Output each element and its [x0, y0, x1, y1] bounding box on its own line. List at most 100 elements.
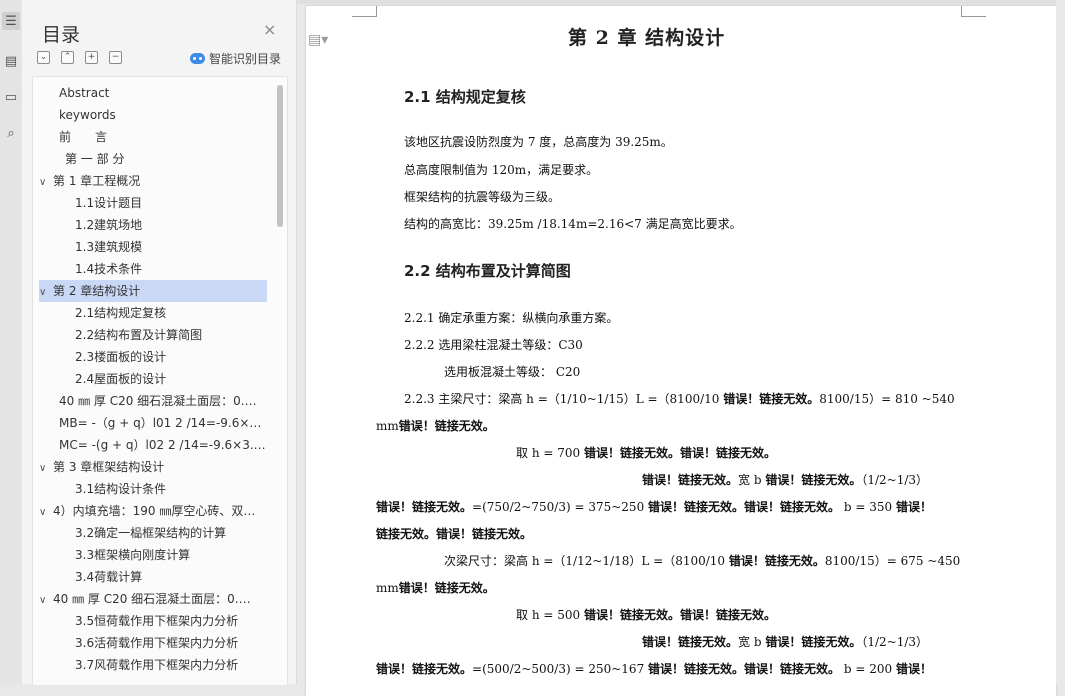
- smart-toc-button[interactable]: 智能识别目录: [190, 50, 281, 67]
- toc-item-label: 3.6活荷载作用下框架内力分析: [75, 636, 239, 650]
- error-text: 错误！链接无效。: [728, 554, 825, 568]
- body-line: 2.2.2 选用梁柱混凝土等级：C30: [404, 338, 583, 352]
- toc-list-icon[interactable]: ☰: [2, 12, 20, 30]
- toc-item-label: 2.3楼面板的设计: [75, 350, 167, 364]
- text-run: （1/2~1/3）: [861, 473, 929, 487]
- section-2-2-heading: 2.2 结构布置及计算简图: [404, 262, 571, 280]
- robot-icon: [190, 53, 205, 64]
- remove-heading-icon[interactable]: −: [109, 51, 122, 64]
- toc-item[interactable]: MB= -（g + q）l01 2 /14=-9.6×…: [39, 412, 267, 434]
- toc-item[interactable]: 3.5恒荷载作用下框架内力分析: [39, 610, 267, 632]
- text-run: （1/2~1/3）: [861, 635, 929, 649]
- body-line: 取 h = 500 错误！链接无效。错误！链接无效。: [516, 606, 776, 623]
- body-line: 错误！链接无效。=(500/2~500/3) = 250~167 错误！链接无效…: [376, 660, 932, 677]
- bookmark-icon[interactable]: ▤: [2, 52, 20, 70]
- body-line: 选用板混凝土等级： C20: [444, 365, 581, 379]
- chevron-down-icon[interactable]: ∨: [39, 458, 53, 478]
- collapse-all-icon[interactable]: ⌄: [37, 51, 50, 64]
- text-run: 宽 b: [738, 473, 766, 487]
- body-line: 错误！链接无效。宽 b 错误！链接无效。（1/2~1/3）: [642, 471, 928, 488]
- toc-item[interactable]: 第 一 部 分: [39, 148, 267, 170]
- toc-item[interactable]: 3.1结构设计条件: [39, 478, 267, 500]
- toc-item-label: 4）内填充墙：190 ㎜厚空心砖、双…: [53, 504, 256, 518]
- chevron-down-icon[interactable]: ∨: [39, 172, 53, 192]
- toc-item[interactable]: 1.2建筑场地: [39, 214, 267, 236]
- body-line: 框架结构的抗震等级为三级。: [404, 190, 561, 204]
- toc-item[interactable]: ∨ 第 1 章工程概况: [39, 170, 267, 192]
- toc-item[interactable]: 2.2结构布置及计算简图: [39, 324, 267, 346]
- expand-up-icon[interactable]: ⌃: [61, 51, 74, 64]
- toc-item-label: MB= -（g + q）l01 2 /14=-9.6×…: [59, 416, 262, 430]
- chevron-down-icon[interactable]: ∨: [39, 282, 53, 302]
- toc-list: Abstract keywords 前 言 第 一 部 分 ∨ 第 1 章工程概况 1.1…: [32, 76, 288, 685]
- toc-item-label: 2.2结构布置及计算简图: [75, 328, 203, 342]
- toc-item[interactable]: 3.7风荷载作用下框架内力分析: [39, 654, 267, 676]
- body-line: 该地区抗震设防烈度为 7 度，总高度为 39.25m。: [404, 135, 673, 149]
- text-run: 取 h = 500: [516, 608, 584, 622]
- body-line: 2.2.1 确定承重方案：纵横向承重方案。: [404, 311, 619, 325]
- text-run: 8100/15）= 810 ~540: [819, 392, 955, 406]
- find-icon[interactable]: ⌕: [2, 124, 20, 142]
- toc-scrollbar[interactable]: [277, 85, 283, 227]
- body-line: 错误！链接无效。=(750/2~750/3) = 375~250 错误！链接无效…: [376, 498, 932, 515]
- toc-item[interactable]: 3.6活荷载作用下框架内力分析: [39, 632, 267, 654]
- text-run: mm: [376, 581, 399, 595]
- toc-item[interactable]: MC= -(g + q）l02 2 /14=-9.6×3.…: [39, 434, 267, 456]
- toc-item-label: keywords: [59, 108, 116, 122]
- chevron-down-icon[interactable]: ∨: [39, 590, 53, 610]
- toc-item[interactable]: 40 ㎜ 厚 C20 细石混凝土面层：0.…: [39, 390, 267, 412]
- text-run: b = 350: [840, 500, 896, 514]
- toc-item-label: 2.4屋面板的设计: [75, 372, 167, 386]
- page-corner-mark-right: [961, 6, 986, 17]
- toc-item[interactable]: 前 言: [39, 126, 267, 148]
- text-run: =(750/2~750/3) = 375~250: [472, 500, 649, 514]
- toc-item[interactable]: 3.4荷载计算: [39, 566, 267, 588]
- toc-item-label: 第 3 章框架结构设计: [53, 460, 165, 474]
- toc-item[interactable]: ∨ 40 ㎜ 厚 C20 细石混凝土面层：0.…: [39, 588, 267, 610]
- toc-item[interactable]: 1.1设计题目: [39, 192, 267, 214]
- document-page: ▤▾ 第 2 章 结构设计 2.1 结构规定复核 该地区抗震设防烈度为 7 度，…: [306, 6, 1056, 696]
- error-text: 错误！链接无效。错误！链接无效。: [648, 500, 841, 514]
- error-text: 错误！链接无效。: [398, 419, 495, 433]
- text-run: 8100/15）= 675 ~450: [824, 554, 961, 568]
- error-text: 错误！链接无效。: [398, 581, 495, 595]
- toc-item[interactable]: 1.3建筑规模: [39, 236, 267, 258]
- error-text: 错误！链接无效。: [376, 500, 473, 514]
- close-icon[interactable]: ×: [263, 20, 276, 40]
- error-text: 错误！链接无效。: [765, 473, 862, 487]
- error-text: 错误！链接无效。: [765, 635, 862, 649]
- body-line: mm错误！链接无效。: [376, 579, 495, 596]
- toc-item[interactable]: 3.3框架横向刚度计算: [39, 544, 267, 566]
- toc-item[interactable]: 1.4技术条件: [39, 258, 267, 280]
- toc-item[interactable]: 3.2确定一榀框架结构的计算: [39, 522, 267, 544]
- toc-item[interactable]: 2.1结构规定复核: [39, 302, 267, 324]
- error-text: 错误！链接无效。错误！链接无效。: [583, 608, 776, 622]
- body-line: 2.2.3 主梁尺寸：梁高 h =（1/10~1/15）L =（8100/10 …: [404, 390, 955, 407]
- chevron-down-icon[interactable]: ∨: [39, 502, 53, 522]
- toc-item[interactable]: 2.4屋面板的设计: [39, 368, 267, 390]
- toc-item-label: 40 ㎜ 厚 C20 细石混凝土面层：0.…: [59, 394, 257, 408]
- toc-item-label: MC= -(g + q）l02 2 /14=-9.6×3.…: [59, 438, 266, 452]
- text-run: 2.2.3 主梁尺寸：梁高 h =（1/10~1/15）L =（8100/10: [404, 392, 724, 406]
- text-run: 宽 b: [738, 635, 766, 649]
- toc-item[interactable]: 2.3楼面板的设计: [39, 346, 267, 368]
- toc-item[interactable]: ∨ 4）内填充墙：190 ㎜厚空心砖、双…: [39, 500, 267, 522]
- toc-item-label: 3.7风荷载作用下框架内力分析: [75, 658, 239, 672]
- toc-item-label: 1.1设计题目: [75, 196, 143, 210]
- toc-item-label: 1.2建筑场地: [75, 218, 143, 232]
- add-heading-icon[interactable]: +: [85, 51, 98, 64]
- text-run: 取 h = 700: [516, 446, 584, 460]
- comment-icon[interactable]: ▭: [2, 88, 20, 106]
- toc-item-label: 第 一 部 分: [65, 152, 125, 166]
- error-text: 错误！链接无效。: [642, 473, 739, 487]
- error-text: 错误！链接无效。错误！链接无效。: [648, 662, 841, 676]
- body-line: 总高度限制值为 120m，满足要求。: [404, 163, 599, 177]
- toc-item[interactable]: keywords: [39, 104, 267, 126]
- page-layout-icon[interactable]: ▤▾: [308, 32, 328, 48]
- toc-item[interactable]: Abstract: [39, 82, 267, 104]
- body-line: mm错误！链接无效。: [376, 417, 495, 434]
- toc-item[interactable]: ∨ 第 3 章框架结构设计: [39, 456, 267, 478]
- text-run: b = 200: [840, 662, 896, 676]
- toc-item-label: 3.1结构设计条件: [75, 482, 167, 496]
- toc-item[interactable]: ∨ 第 2 章结构设计: [39, 280, 267, 302]
